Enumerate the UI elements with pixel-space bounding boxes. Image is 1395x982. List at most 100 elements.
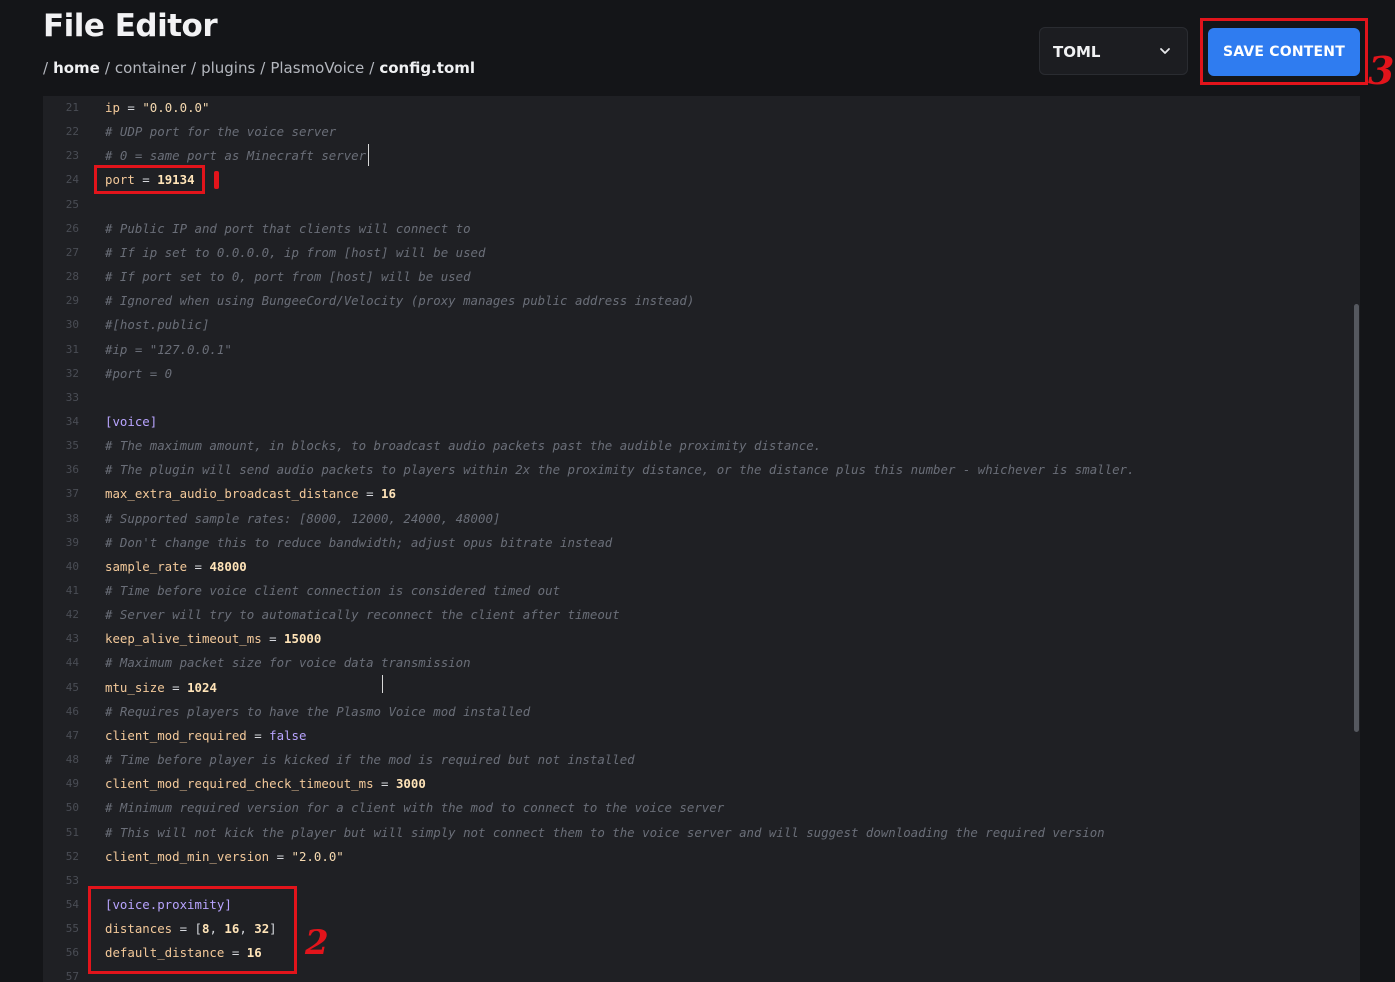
annotation-box-proximity [88, 886, 297, 974]
token-comment: # Requires players to have the Plasmo Vo… [105, 703, 531, 719]
token-comment: # If ip set to 0.0.0.0, ip from [host] w… [105, 244, 486, 260]
code-line[interactable]: # Minimum required version for a client … [105, 796, 724, 820]
token-comment: # Minimum required version for a client … [105, 800, 725, 816]
line-number: 47 [65, 728, 79, 742]
code-line[interactable]: # Time before voice client connection is… [105, 579, 560, 603]
token-op: = [261, 631, 285, 647]
line-number: 26 [65, 221, 79, 235]
code-editor[interactable]: 21 ip = "0.0.0.0" 22 # UDP port for the voi… [43, 96, 1360, 982]
code-line[interactable]: client_mod_required_check_timeout_ms = 3… [105, 772, 426, 796]
annotation-number-2: 2 [305, 923, 329, 963]
code-line[interactable]: # Public IP and port that clients will c… [105, 217, 471, 241]
line-number: 31 [65, 342, 79, 356]
line-number: 56 [65, 946, 79, 960]
code-line[interactable]: client_mod_min_version = "2.0.0" [105, 845, 344, 869]
line-number: 48 [65, 753, 79, 767]
token-key: client_mod_required [105, 727, 247, 743]
token-num: 16 [381, 486, 396, 502]
line-number: 40 [65, 559, 79, 573]
token-comment: # Time before voice client connection is… [105, 583, 561, 598]
code-line[interactable]: #[host.public] [105, 313, 209, 337]
breadcrumb-container[interactable]: container [115, 59, 186, 77]
line-number: 25 [65, 197, 79, 211]
code-line[interactable]: # Ignored when using BungeeCord/Velocity… [105, 289, 694, 313]
line-number: 36 [65, 463, 79, 477]
line-number: 37 [65, 487, 79, 501]
breadcrumb-separator: / [260, 59, 266, 77]
breadcrumb-plasmovoice[interactable]: PlasmoVoice [270, 59, 364, 77]
token-comment: # This will not kick the player but will… [105, 824, 1105, 840]
code-line[interactable]: # UDP port for the voice server [105, 120, 336, 144]
language-select[interactable]: TOML [1039, 27, 1188, 75]
line-number: 24 [65, 173, 79, 187]
token-key: max_extra_audio_broadcast_distance [105, 486, 359, 502]
code-line[interactable]: # Supported sample rates: [8000, 12000, … [105, 507, 500, 531]
token-comment: # UDP port for the voice server [105, 124, 337, 140]
line-number: 45 [65, 680, 79, 694]
code-line[interactable]: # Time before player is kicked if the mo… [105, 748, 635, 772]
code-line[interactable]: #port = 0 [105, 362, 172, 386]
breadcrumb-file: config.toml [379, 59, 476, 77]
breadcrumb-separator: / [191, 59, 197, 77]
token-comment: # Ignored when using BungeeCord/Velocity… [105, 293, 695, 309]
code-line[interactable]: # Server will try to automatically recon… [105, 603, 620, 627]
code-line[interactable]: # If ip set to 0.0.0.0, ip from [host] w… [105, 241, 485, 265]
line-number: 43 [65, 632, 79, 646]
line-number: 52 [65, 849, 79, 863]
line-number: 46 [65, 704, 79, 718]
token-sect: [voice] [105, 413, 158, 429]
token-comment: # Time before player is kicked if the mo… [105, 752, 635, 768]
line-number: 57 [65, 970, 79, 982]
token-bool: false [269, 727, 307, 743]
token-op: = [373, 776, 396, 792]
token-comment: # Maximum packet size for voice data tra… [105, 655, 471, 671]
annotation-number-3: 3 [1368, 48, 1395, 93]
line-number: 42 [65, 608, 79, 622]
line-number: 51 [65, 825, 79, 839]
code-line[interactable]: sample_rate = 48000 [105, 555, 247, 579]
code-line[interactable]: mtu_size = 1024 [105, 676, 217, 700]
token-num: 48000 [209, 558, 247, 574]
code-line[interactable]: keep_alive_timeout_ms = 15000 [105, 627, 321, 651]
breadcrumb-home[interactable]: home [53, 59, 100, 77]
code-line[interactable]: #ip = "127.0.0.1" [105, 338, 232, 362]
token-num: 15000 [284, 631, 322, 647]
code-line[interactable]: # Requires players to have the Plasmo Vo… [105, 700, 530, 724]
line-number: 55 [65, 922, 79, 936]
line-number: 49 [65, 777, 79, 791]
code-line[interactable]: max_extra_audio_broadcast_distance = 16 [105, 482, 396, 506]
line-number: 53 [65, 873, 79, 887]
token-op: = [187, 558, 210, 574]
code-line[interactable]: # Don't change this to reduce bandwidth;… [105, 531, 612, 555]
annotation-box-port [94, 165, 205, 194]
line-number: 27 [65, 245, 79, 259]
token-comment: # Public IP and port that clients will c… [105, 220, 471, 236]
page-title: File Editor [43, 8, 218, 44]
code-line[interactable]: # Maximum packet size for voice data tra… [105, 651, 471, 675]
line-number: 41 [65, 584, 79, 597]
line-number: 44 [65, 656, 79, 670]
code-line[interactable]: ip = "0.0.0.0" [105, 96, 209, 120]
code-line[interactable]: # The maximum amount, in blocks, to broa… [105, 434, 821, 458]
token-num: 3000 [395, 776, 426, 792]
token-op: = [269, 848, 292, 864]
code-line[interactable]: # This will not kick the player but will… [105, 821, 1105, 845]
token-str: "2.0.0" [291, 848, 344, 864]
token-comment: #[host.public] [105, 317, 210, 333]
code-line[interactable]: # The plugin will send audio packets to … [105, 458, 1134, 482]
annotation-number-1 [214, 171, 219, 189]
annotation-box-save [1200, 18, 1368, 85]
breadcrumb-plugins[interactable]: plugins [201, 59, 255, 77]
line-number: 34 [65, 414, 79, 428]
editor-scrollbar[interactable] [1354, 304, 1359, 732]
code-line[interactable]: # If port set to 0, port from [host] wil… [105, 265, 471, 289]
code-line[interactable]: [voice] [105, 410, 157, 434]
token-op: = [164, 679, 188, 695]
breadcrumb-separator: / [43, 59, 49, 77]
line-number: 35 [65, 439, 79, 453]
token-comment: # The maximum amount, in blocks, to broa… [105, 438, 822, 454]
token-op: = [246, 727, 270, 743]
code-line[interactable]: client_mod_required = false [105, 724, 306, 748]
line-number: 39 [65, 535, 79, 549]
line-number: 33 [65, 390, 79, 404]
